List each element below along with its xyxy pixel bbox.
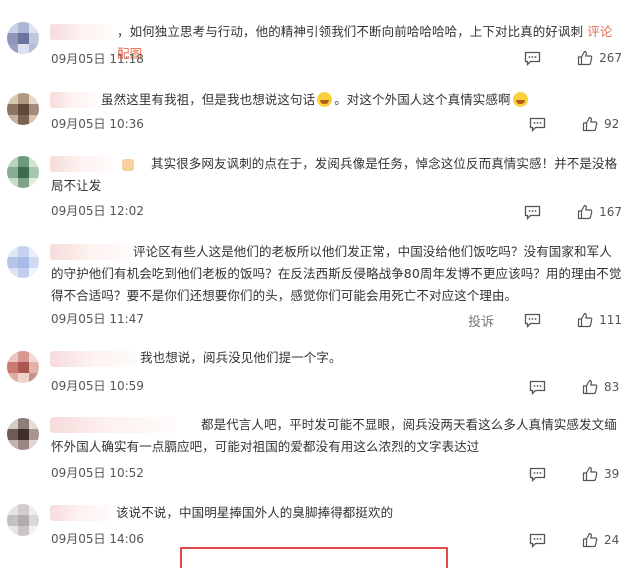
laughing-emoji-icon <box>512 92 528 107</box>
comment-time: 09月05日 11:47 <box>51 312 144 326</box>
comment-bubble-icon[interactable] <box>524 51 541 66</box>
like-count: 167 <box>599 205 622 219</box>
comment-time: 09月05日 14:06 <box>51 532 144 546</box>
comment-time: 09月05日 12:02 <box>51 204 144 218</box>
highlight-box <box>180 547 448 568</box>
avatar[interactable] <box>7 504 39 536</box>
comment-actions: 167 <box>524 203 622 221</box>
avatar[interactable] <box>7 156 39 188</box>
comment-time: 09月05日 10:59 <box>51 379 144 393</box>
avatar[interactable] <box>7 418 39 450</box>
like-button[interactable]: 92 <box>582 116 622 132</box>
thumbs-up-icon <box>582 466 598 482</box>
comment-text: 都是代言人吧，平时发可能不显眼，阅兵没两天看这么多人真情实感发文缅怀外国人确实有… <box>51 417 617 454</box>
comment-actions: 24 <box>529 531 622 549</box>
like-count: 111 <box>599 313 622 327</box>
comment-item: ，如何独立思考与行动，他的精神引领我们不断向前哈哈哈哈，上下对比真的好讽刺 评论… <box>0 0 640 70</box>
report-button[interactable]: 投诉 <box>468 311 494 330</box>
like-button[interactable]: 111 <box>577 312 622 328</box>
like-count: 39 <box>604 467 620 481</box>
comment-bubble-icon[interactable] <box>524 205 541 220</box>
like-count: 267 <box>599 51 622 65</box>
comment-item: 都是代言人吧，平时发可能不显眼，阅兵没两天看这么多人真情实感发文缅怀外国人确实有… <box>0 412 640 487</box>
like-button[interactable]: 39 <box>582 466 622 482</box>
comment-actions: 92 <box>529 115 622 133</box>
avatar[interactable] <box>7 93 39 125</box>
comment-bubble-icon[interactable] <box>524 313 541 328</box>
like-button[interactable]: 24 <box>582 532 622 548</box>
comment-bubble-icon[interactable] <box>529 467 546 482</box>
like-count: 92 <box>604 117 620 131</box>
comment-text: 虽然这里有我祖，但是我也想说这句话 。对这个外国人这个真情实感啊 <box>101 89 622 111</box>
thumbs-up-icon <box>582 379 598 395</box>
like-button[interactable]: 167 <box>577 204 622 220</box>
comment-actions: 83 <box>529 378 622 396</box>
comment-text: 该说不说，中国明星捧国外人的臭脚捧得都挺欢的 <box>116 505 394 520</box>
comment-item: 其实很多网友讽刺的点在于，发阅兵像是任务，悼念这位反而真情实感！并不是没格局不让… <box>0 146 640 226</box>
username-blurred[interactable] <box>50 92 96 108</box>
comment-text: 我也想说，阅兵没见他们提一个字。 <box>140 350 342 365</box>
username-blurred[interactable] <box>50 351 136 367</box>
comment-text: 评论区有些人这是他们的老板所以他们发正常，中国没给他们饭吃吗？没有国家和军人的守… <box>51 244 622 303</box>
comment-bubble-icon[interactable] <box>529 533 546 548</box>
avatar[interactable] <box>7 22 39 54</box>
like-button[interactable]: 267 <box>577 50 622 66</box>
comment-item: 评论区有些人这是他们的老板所以他们发正常，中国没给他们饭吃吗？没有国家和军人的守… <box>0 238 640 338</box>
thumbs-up-icon <box>577 312 593 328</box>
comment-bubble-icon[interactable] <box>529 117 546 132</box>
like-count: 24 <box>604 533 620 547</box>
comment-bubble-icon[interactable] <box>529 380 546 395</box>
comment-actions: 39 <box>529 465 622 483</box>
laughing-emoji-icon <box>317 92 333 107</box>
thumbs-up-icon <box>582 116 598 132</box>
comment-text: 其实很多网友讽刺的点在于，发阅兵像是任务，悼念这位反而真情实感！并不是没格局不让… <box>51 156 618 193</box>
like-count: 83 <box>604 380 620 394</box>
username-blurred[interactable] <box>50 505 110 521</box>
thumbs-up-icon <box>577 204 593 220</box>
comment-time: 09月05日 10:52 <box>51 466 144 480</box>
thumbs-up-icon <box>577 50 593 66</box>
comment-actions: 投诉 111 <box>468 311 622 330</box>
comment-item: 虽然这里有我祖，但是我也想说这句话 。对这个外国人这个真情实感啊 09月05日 1… <box>0 80 640 140</box>
comment-time: 09月05日 10:36 <box>51 117 144 131</box>
thumbs-up-icon <box>582 532 598 548</box>
comment-item: 我也想说，阅兵没见他们提一个字。 09月05日 10:59 83 <box>0 345 640 400</box>
avatar[interactable] <box>7 246 39 278</box>
username-blurred[interactable] <box>50 24 112 40</box>
avatar[interactable] <box>7 351 39 383</box>
like-button[interactable]: 83 <box>582 379 622 395</box>
comment-actions: 267 <box>524 49 622 67</box>
comment-item: 该说不说，中国明星捧国外人的臭脚捧得都挺欢的 09月05日 14:06 24 <box>0 500 640 550</box>
comment-time: 09月05日 11:18 <box>51 52 144 66</box>
